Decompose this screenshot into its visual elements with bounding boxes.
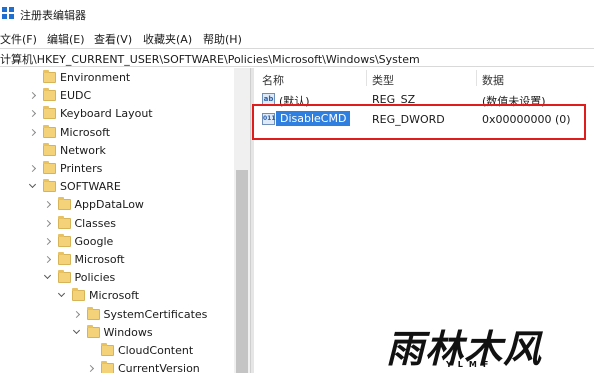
folder-icon [57,215,71,229]
tree-item-label: Network [60,143,106,157]
tree-item[interactable]: SOFTWARE [0,178,234,196]
menu-help[interactable]: 帮助(H) [203,31,242,47]
tree-item-label: Microsoft [89,289,140,303]
tree-item-label: Classes [74,216,116,230]
chevron-down-icon[interactable] [28,181,37,189]
tree-item[interactable]: EUDC [0,87,234,105]
tree-item[interactable]: Microsoft [0,287,234,305]
tree-item[interactable]: Microsoft [0,251,234,269]
address-bar[interactable]: 计算机\HKEY_CURRENT_USER\SOFTWARE\Policies\… [0,48,594,67]
tree-item[interactable]: AppDataLow [0,196,234,214]
menu-bar: 文件(F) 编辑(E) 查看(V) 收藏夹(A) 帮助(H) [0,28,594,48]
highlight-annotation-box [252,104,586,140]
folder-icon [57,197,71,211]
chevron-right-icon[interactable] [28,110,37,118]
tree-item-label: CurrentVersion [118,362,200,373]
tree-item-label: Microsoft [74,253,125,266]
folder-icon [72,288,85,302]
title-bar: 注册表编辑器 [0,0,594,28]
folder-icon [43,88,56,102]
folder-icon [57,252,71,265]
watermark-logo-subtext: YLMF [446,360,495,369]
registry-tree[interactable]: Environment EUDC Keyboard Layout Microsoft N… [0,68,250,373]
folder-icon [43,161,56,174]
column-separator[interactable] [476,70,477,86]
tree-item-label: Environment [60,71,131,84]
folder-icon [43,70,56,83]
menu-file[interactable]: 文件(F) [0,31,37,47]
tree-item-label: Windows [103,325,153,339]
chevron-down-icon[interactable] [57,290,66,298]
tree-item[interactable]: Google [0,233,234,251]
chevron-right-icon[interactable] [43,255,51,264]
menu-edit[interactable]: 编辑(E) [47,31,85,47]
tree-scrollbar-thumb[interactable] [236,170,248,373]
tree-item[interactable]: Printers [0,160,234,178]
tree-item-label: SystemCertificates [103,307,208,321]
column-header-type[interactable]: 类型 [372,72,394,88]
tree-item[interactable]: Policies [0,269,234,287]
chevron-right-icon[interactable] [43,219,51,227]
tree-item-label: CloudContent [118,344,194,357]
tree-item-label: SOFTWARE [60,180,121,194]
folder-icon [43,142,56,156]
tree-item[interactable]: Environment [0,69,234,87]
folder-icon [43,124,56,138]
chevron-right-icon[interactable] [72,310,80,318]
folder-icon [43,179,56,193]
regedit-app-icon [2,7,15,20]
tree-item-label: Keyboard Layout [60,107,153,121]
tree-item[interactable]: SystemCertificates [0,306,234,324]
window-title: 注册表编辑器 [20,9,86,22]
watermark-logo: 雨林木风 YLMF [386,318,586,371]
tree-item[interactable]: CloudContent [0,342,234,360]
column-header-name[interactable]: 名称 [262,72,284,88]
tree-item[interactable]: Classes [0,215,234,233]
tree-item-label: Microsoft [60,125,111,139]
folder-icon [101,343,114,356]
chevron-right-icon[interactable] [28,164,37,173]
tree-item[interactable]: Microsoft [0,124,234,142]
tree-item[interactable]: Network [0,142,234,160]
address-path[interactable]: 计算机\HKEY_CURRENT_USER\SOFTWARE\Policies\… [0,51,420,67]
tree-item-label: AppDataLow [74,198,144,212]
folder-icon [101,361,114,373]
folder-icon [86,324,100,338]
menu-view[interactable]: 查看(V) [94,31,132,47]
chevron-down-icon[interactable] [43,272,51,280]
chevron-right-icon[interactable] [43,201,51,209]
tree-item-label: Google [74,234,114,248]
menu-favorites[interactable]: 收藏夹(A) [143,31,192,47]
tree-item-label: Printers [60,162,103,175]
chevron-right-icon[interactable] [28,92,37,100]
folder-icon [57,233,71,247]
column-header-data[interactable]: 数据 [482,72,504,88]
folder-icon [57,270,71,284]
chevron-right-icon[interactable] [43,237,51,245]
tree-item[interactable]: Windows [0,324,234,342]
folder-icon [86,306,100,320]
tree-item-label: Policies [74,271,116,285]
chevron-right-icon[interactable] [28,128,37,136]
tree-item[interactable]: Keyboard Layout [0,105,234,123]
tree-item[interactable]: CurrentVersion [0,360,234,373]
folder-icon [43,106,56,120]
tree-item-label: EUDC [60,89,92,103]
column-separator[interactable] [366,70,367,86]
chevron-right-icon[interactable] [86,365,95,373]
chevron-down-icon[interactable] [72,326,80,334]
